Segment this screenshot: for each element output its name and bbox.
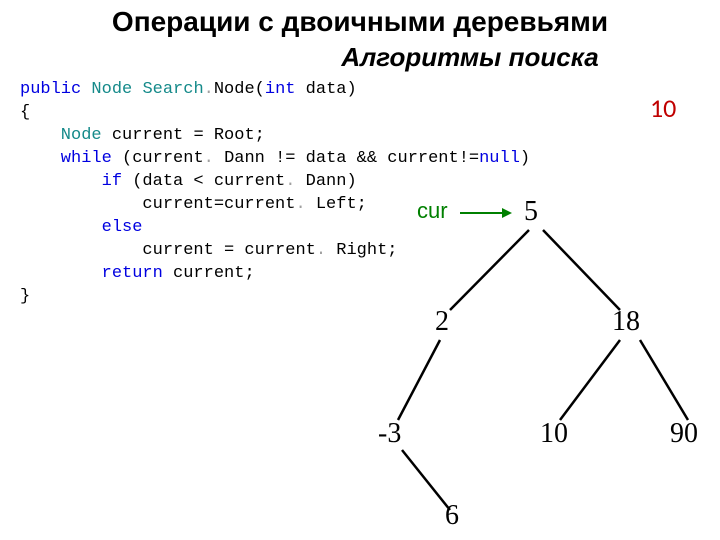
- tree-edges: [0, 0, 720, 540]
- tree-node-root: 5: [524, 196, 538, 228]
- tree-node: 18: [612, 306, 640, 338]
- tree-node: 6: [445, 500, 459, 532]
- tree-node: 2: [435, 306, 449, 338]
- tree-node: -3: [378, 418, 401, 450]
- tree-node: 90: [670, 418, 698, 450]
- tree-node: 10: [540, 418, 568, 450]
